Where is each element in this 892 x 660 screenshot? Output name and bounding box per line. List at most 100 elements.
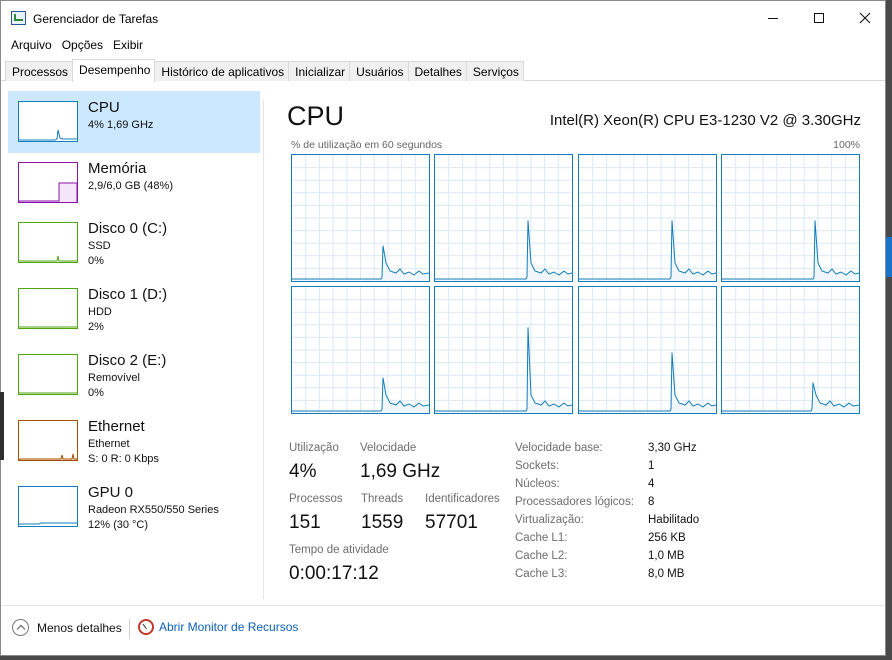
velocidade-value: 1,69 GHz xyxy=(360,461,441,482)
sidebar-item-detail: 2% xyxy=(88,321,104,333)
core-graph-plot xyxy=(435,155,572,281)
sidebar-item-detail: S: 0 R: 0 Kbps xyxy=(88,453,159,465)
tab-usuarios[interactable]: Usuários xyxy=(349,61,409,81)
disk0-thumbnail xyxy=(18,222,78,263)
window-title: Gerenciador de Tarefas xyxy=(33,12,159,26)
sidebar-item-detail: 12% (30 °C) xyxy=(88,519,149,531)
tab-servicos[interactable]: Serviços xyxy=(465,61,524,81)
tab-inicializar[interactable]: Inicializar xyxy=(288,61,351,81)
threads-value: 1559 xyxy=(361,512,404,533)
core-graph-plot xyxy=(722,155,859,281)
ethernet-thumbnail-graph xyxy=(19,453,77,460)
sidebar-item-disco-2[interactable]: Disco 2 (E:) Removível 0% xyxy=(8,344,260,406)
open-resource-monitor-link[interactable]: Abrir Monitor de Recursos xyxy=(138,619,298,635)
sidebar-item-type: Removível xyxy=(88,372,140,384)
tempo-atividade-value: 0:00:17:12 xyxy=(289,563,379,584)
sidebar-item-adapter: Ethernet xyxy=(88,438,130,450)
detail-key: Velocidade base: xyxy=(515,442,603,454)
maximize-button[interactable] xyxy=(796,1,842,35)
sidebar-item-memoria[interactable]: Memória 2,9/6,0 GB (48%) xyxy=(8,152,260,214)
detail-value: 4 xyxy=(648,478,655,490)
less-details-label: Menos detalhes xyxy=(37,620,122,635)
detail-key: Cache L3: xyxy=(515,568,568,580)
detail-key: Processadores lógicos: xyxy=(515,496,634,508)
sidebar-item-gpu-0[interactable]: GPU 0 Radeon RX550/550 Series 12% (30 °C… xyxy=(8,476,260,538)
menu-exibir[interactable]: Exibir xyxy=(108,35,148,57)
menu-opcoes[interactable]: Opções xyxy=(57,35,108,57)
utilizacao-value: 4% xyxy=(289,461,317,482)
sidebar-item-disco-1[interactable]: Disco 1 (D:) HDD 2% xyxy=(8,278,260,340)
core-graph xyxy=(721,154,860,282)
background-window-edge-left xyxy=(0,392,4,460)
processos-value: 151 xyxy=(289,512,321,533)
memory-thumbnail xyxy=(18,162,78,203)
detail-key: Cache L2: xyxy=(515,550,568,562)
core-graph-plot xyxy=(579,155,716,281)
core-graph xyxy=(578,154,717,282)
memory-thumbnail-graph xyxy=(19,182,77,202)
task-manager-icon xyxy=(11,11,26,25)
identificadores-value: 57701 xyxy=(425,512,478,533)
sidebar-divider xyxy=(263,99,264,599)
sidebar-item-name: Disco 1 (D:) xyxy=(88,286,168,303)
detail-key: Sockets: xyxy=(515,460,560,472)
tab-processos[interactable]: Processos xyxy=(5,61,74,81)
utilizacao-label: Utilização xyxy=(289,442,339,454)
sidebar-item-name: Disco 0 (C:) xyxy=(88,220,168,237)
tab-detalhes[interactable]: Detalhes xyxy=(407,61,467,81)
cpu-thumbnail xyxy=(18,101,78,142)
disk2-thumbnail-graph xyxy=(19,392,77,394)
sidebar-item-name: Memória xyxy=(88,160,147,177)
core-graph xyxy=(721,286,860,414)
tab-strip: Processos Desempenho Histórico de aplica… xyxy=(5,59,524,82)
gpu-thumbnail xyxy=(18,486,78,527)
page-title: CPU xyxy=(287,101,345,131)
utilization-graph-max: 100% xyxy=(833,139,860,151)
detail-value: 1 xyxy=(648,460,655,472)
core-graph xyxy=(434,154,573,282)
detail-value: 256 KB xyxy=(648,532,686,544)
title-bar: Gerenciador de Tarefas xyxy=(1,1,885,35)
less-details-button[interactable]: Menos detalhes xyxy=(12,619,122,636)
cpu-thumbnail-graph xyxy=(19,129,77,141)
detail-value: 3,30 GHz xyxy=(648,442,697,454)
resource-monitor-icon xyxy=(138,619,154,635)
processos-label: Processos xyxy=(289,493,343,505)
detail-key: Núcleos: xyxy=(515,478,560,490)
tab-desempenho[interactable]: Desempenho xyxy=(72,59,156,82)
sidebar-item-ethernet[interactable]: Ethernet Ethernet S: 0 R: 0 Kbps xyxy=(8,410,260,472)
background-window-edge xyxy=(886,237,892,277)
threads-label: Threads xyxy=(361,493,404,505)
tempo-atividade-label: Tempo de atividade xyxy=(289,544,389,556)
cpu-model: Intel(R) Xeon(R) CPU E3-1230 V2 @ 3.30GH… xyxy=(549,112,861,129)
utilization-graph-label: % de utilização em 60 segundos xyxy=(291,139,443,151)
sidebar-item-name: Disco 2 (E:) xyxy=(88,352,167,369)
sidebar-item-detail: 0% xyxy=(88,255,104,267)
ethernet-thumbnail xyxy=(18,420,78,461)
disk1-thumbnail xyxy=(18,288,78,329)
detail-value: 8 xyxy=(648,496,655,508)
core-graph-plot xyxy=(292,287,429,413)
tab-historico[interactable]: Histórico de aplicativos xyxy=(154,61,290,81)
disk2-thumbnail xyxy=(18,354,78,395)
core-graph-plot xyxy=(435,287,572,413)
disk0-thumbnail-graph xyxy=(19,255,77,262)
detail-key: Virtualização: xyxy=(515,514,584,526)
close-icon xyxy=(859,12,871,24)
sidebar-item-name: CPU xyxy=(88,99,120,116)
core-graph xyxy=(291,286,430,414)
detail-value: 8,0 MB xyxy=(648,568,685,580)
velocidade-label: Velocidade xyxy=(360,442,417,454)
menu-arquivo[interactable]: Arquivo xyxy=(1,35,57,57)
minimize-button[interactable] xyxy=(750,1,796,35)
close-button[interactable] xyxy=(842,1,885,35)
sidebar-item-cpu[interactable]: CPU 4% 1,69 GHz xyxy=(8,91,260,153)
chevron-up-circle-icon xyxy=(12,619,29,636)
gpu-thumbnail-graph xyxy=(19,522,77,525)
sidebar-item-disco-0[interactable]: Disco 0 (C:) SSD 0% xyxy=(8,212,260,274)
core-graph-plot xyxy=(292,155,429,281)
detail-value: 1,0 MB xyxy=(648,550,685,562)
detail-value: Habilitado xyxy=(648,514,700,526)
core-graph xyxy=(578,286,717,414)
sidebar-item-name: Ethernet xyxy=(88,418,145,435)
